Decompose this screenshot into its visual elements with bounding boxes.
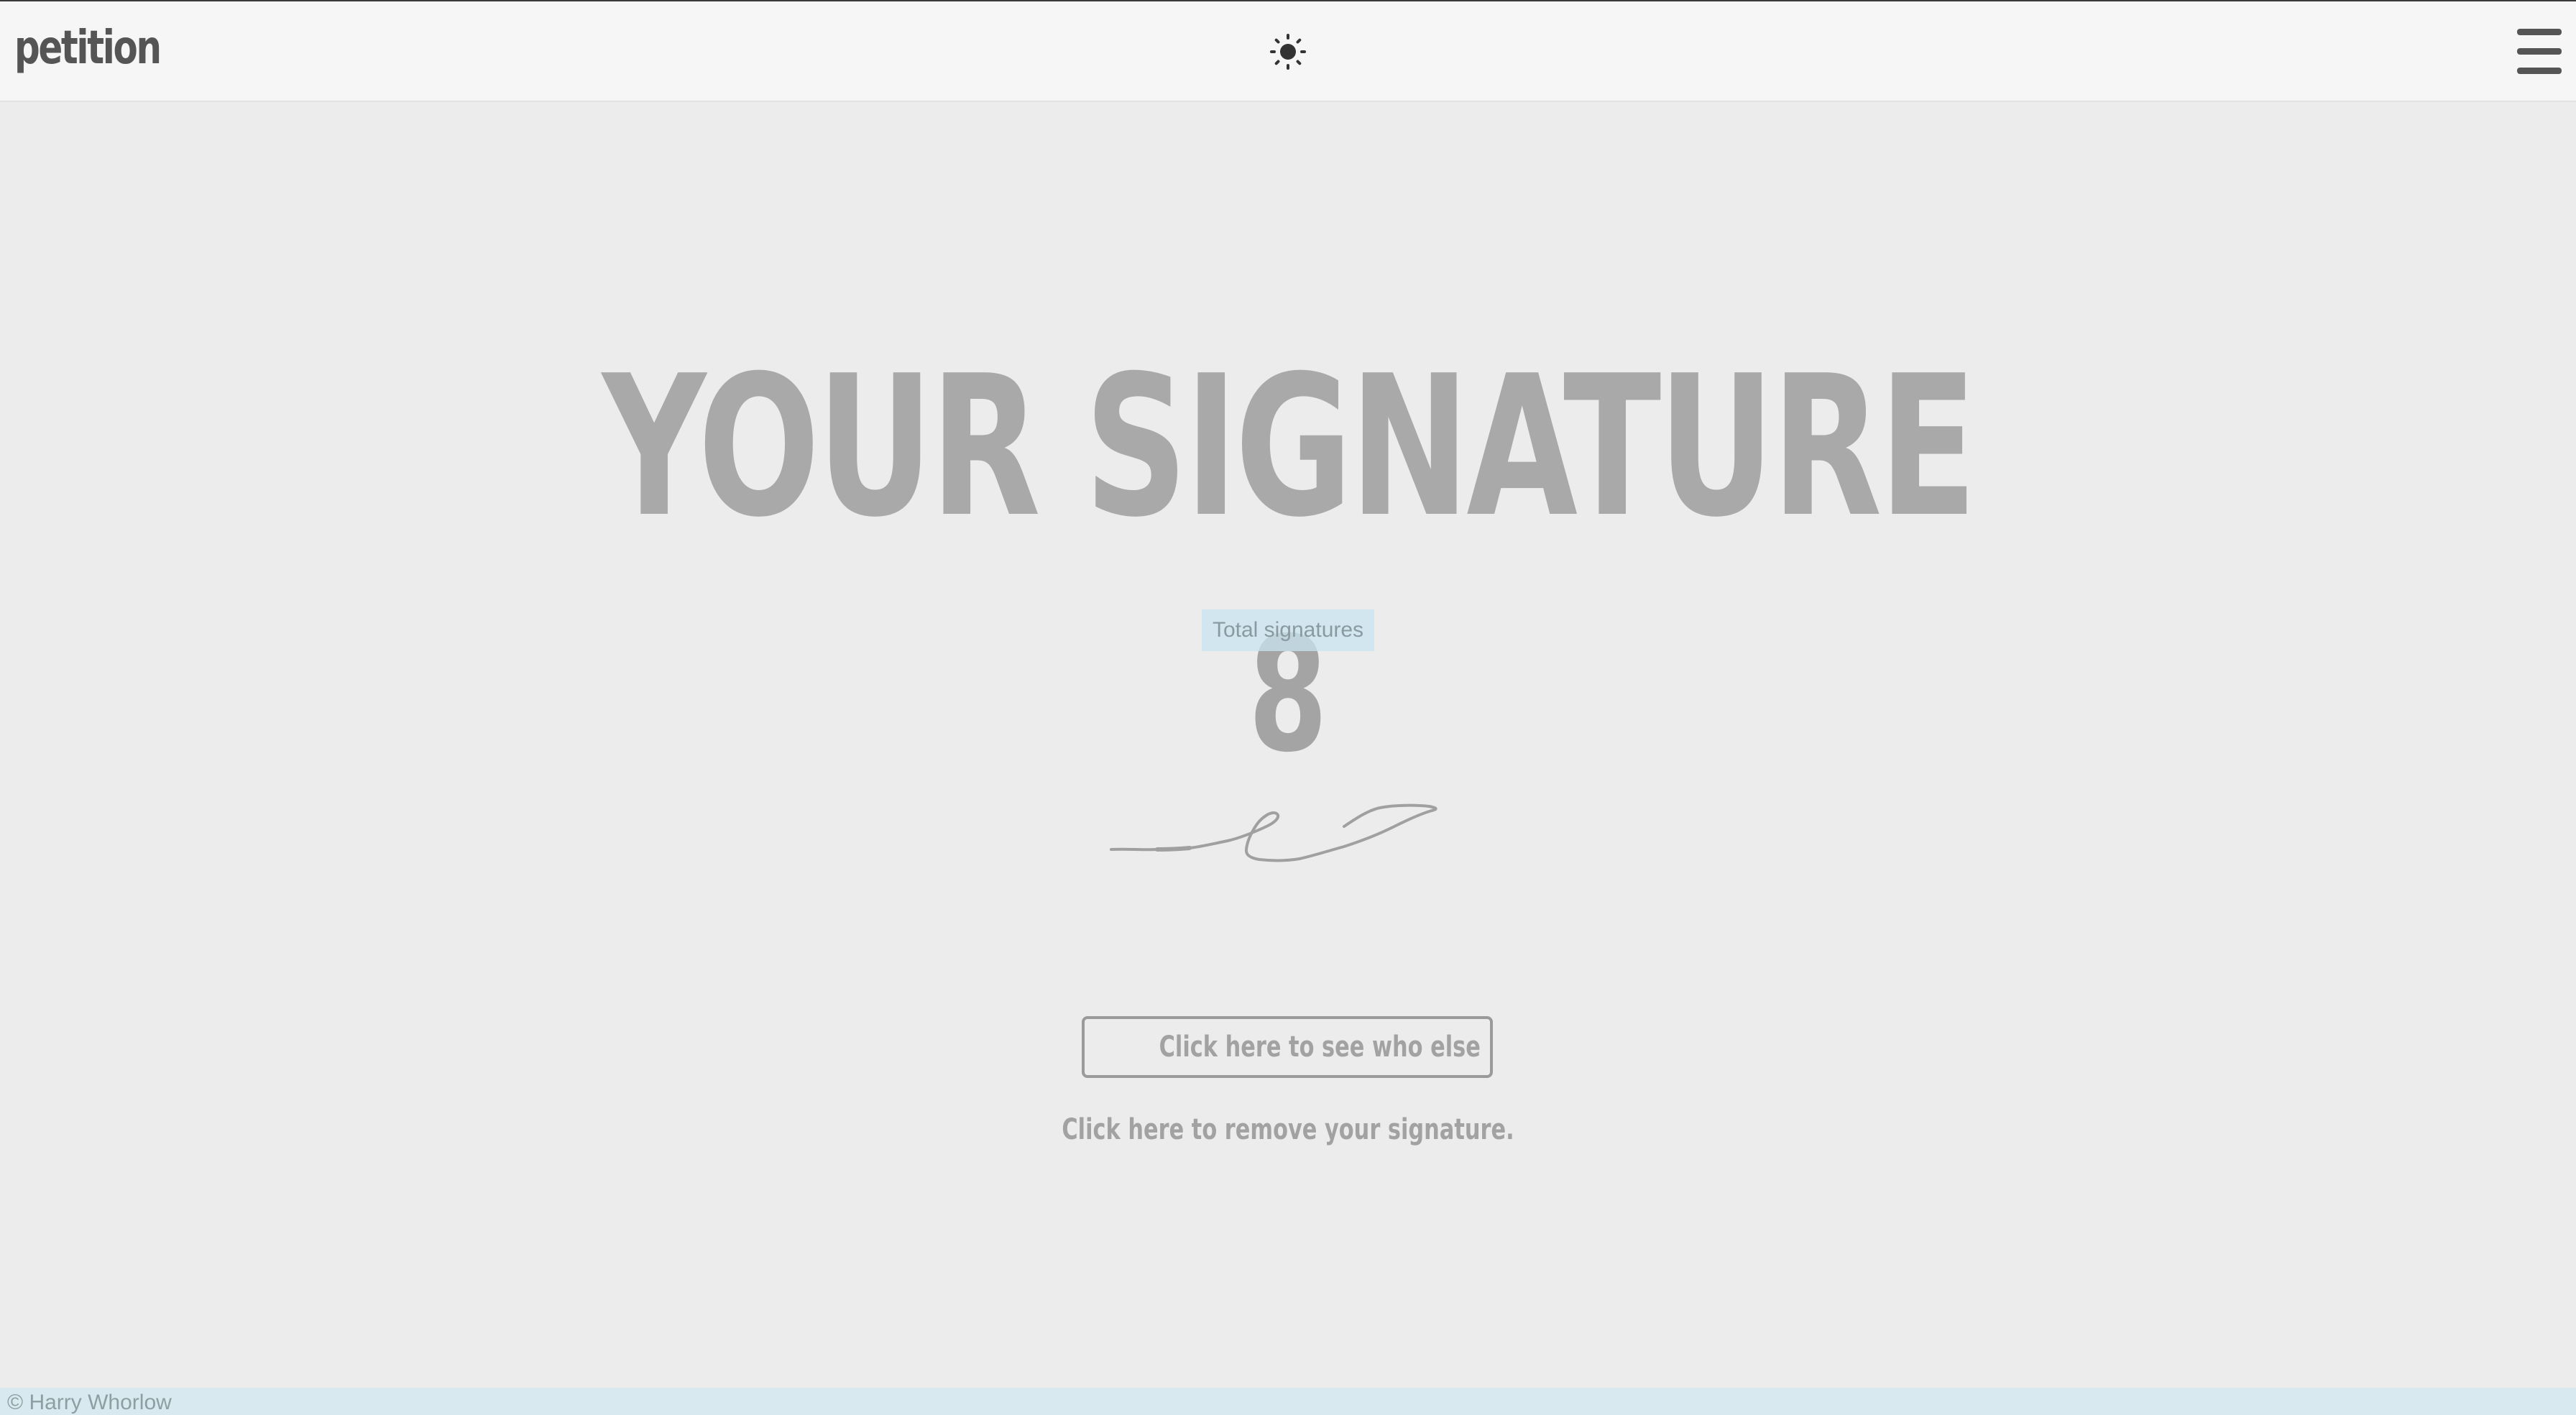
site-brand[interactable]: petition — [14, 22, 162, 75]
see-involved-button-label: Click here to see who else is involved! — [1159, 1031, 1490, 1064]
copyright-text: © Harry Whorlow — [7, 1391, 172, 1414]
hamburger-menu-icon[interactable] — [2517, 29, 2562, 75]
page-title: YOUR SIGNATURE — [602, 333, 1977, 560]
signature-count: 8 Total signatures — [0, 605, 2576, 792]
top-navigation-bar: petition — [0, 1, 2576, 102]
page: petition YOUR SIGNATURE 8 Total signatur… — [0, 0, 2576, 1415]
menu-bar-line — [2517, 48, 2562, 55]
menu-bar-line — [2517, 29, 2562, 35]
sun-icon[interactable] — [1269, 33, 1307, 70]
signature-count-label: Total signatures — [1202, 609, 1374, 651]
menu-bar-line — [2517, 68, 2562, 74]
remove-signature-link[interactable]: Click here to remove your signature. — [0, 1112, 2576, 1148]
handwritten-signature — [1100, 792, 1473, 893]
footer: © Harry Whorlow — [0, 1388, 2576, 1415]
see-involved-button[interactable]: Click here to see who else is involved! — [1082, 1016, 1493, 1078]
remove-signature-link-label: Click here to remove your signature. — [1062, 1113, 1514, 1146]
